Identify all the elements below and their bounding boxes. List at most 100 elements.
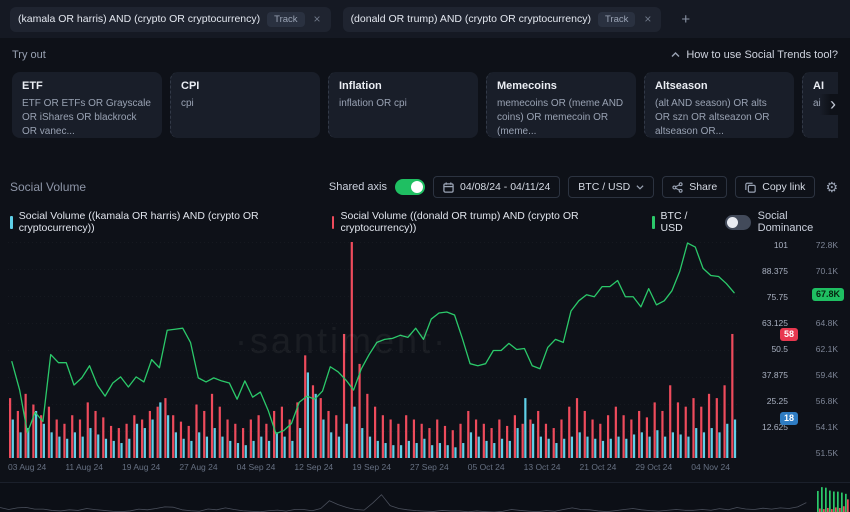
legend-item-kamala[interactable]: Social Volume ((kamala OR harris) AND (c…: [10, 210, 316, 234]
help-link-label: How to use Social Trends tool?: [686, 49, 838, 61]
card-title: Altseason: [655, 80, 784, 92]
card-title: ETF: [22, 80, 152, 92]
card-description: ETF OR ETFs OR Grayscale OR iShares OR b…: [22, 97, 152, 138]
x-tick: 04 Sep 24: [237, 462, 276, 472]
x-axis: 03 Aug 24 11 Aug 24 19 Aug 24 27 Aug 24 …: [0, 458, 730, 472]
chart-header: Social Volume Shared axis 04/08/24 - 04/…: [0, 172, 850, 202]
legend-label: BTC / USD: [661, 210, 709, 234]
last-kamala-volume-badge: 18: [780, 412, 798, 425]
social-volume-chart[interactable]: [8, 242, 738, 458]
card-title: AI: [813, 80, 838, 92]
x-tick: 04 Nov 24: [691, 462, 730, 472]
x-tick: 19 Aug 24: [122, 462, 160, 472]
y-right-tick: 56.8K: [802, 397, 838, 405]
calendar-icon: [443, 182, 454, 193]
chevron-up-icon: [671, 52, 680, 58]
tryout-title: Try out: [12, 49, 46, 61]
copy-link-button[interactable]: Copy link: [735, 176, 815, 198]
gear-icon[interactable]: ⚙: [823, 179, 840, 196]
legend-label: Social Volume ((donald OR trump) AND (cr…: [340, 210, 635, 234]
tryout-section: Try out How to use Social Trends tool? E…: [0, 38, 850, 146]
help-link[interactable]: How to use Social Trends tool?: [671, 49, 838, 61]
x-tick: 27 Sep 24: [410, 462, 449, 472]
track-tag[interactable]: Track: [267, 12, 304, 27]
tryout-card-cpi[interactable]: CPI cpi: [170, 72, 320, 138]
legend-item-trump[interactable]: Social Volume ((donald OR trump) AND (cr…: [332, 210, 636, 234]
chart-area: ·santiment· 10172.8K 88.37570.1K 75.7567…: [0, 242, 850, 458]
share-icon: [672, 182, 683, 193]
x-tick: 21 Oct 24: [580, 462, 617, 472]
y-left-tick: 101: [744, 241, 788, 249]
legend-item-btc[interactable]: BTC / USD: [652, 210, 709, 234]
tryout-card-memecoins[interactable]: Memecoins memecoins OR (meme AND coins) …: [486, 72, 636, 138]
pair-label: BTC / USD: [578, 181, 630, 193]
x-tick: 12 Sep 24: [294, 462, 333, 472]
y-right-tick: 54.1K: [802, 423, 838, 431]
tryout-card-inflation[interactable]: Inflation inflation OR cpi: [328, 72, 478, 138]
query-text: (kamala OR harris) AND (crypto OR crypto…: [18, 13, 260, 25]
x-tick: 03 Aug 24: [8, 462, 46, 472]
chevron-down-icon: [636, 184, 644, 190]
query-topbar: (kamala OR harris) AND (crypto OR crypto…: [0, 0, 850, 38]
share-label: Share: [689, 181, 717, 193]
card-description: inflation OR cpi: [339, 97, 468, 111]
social-dominance-toggle[interactable]: [725, 215, 751, 230]
close-icon[interactable]: ×: [312, 13, 323, 25]
legend-color-trump: [332, 216, 335, 229]
legend-color-btc: [652, 216, 655, 229]
x-tick: 13 Oct 24: [524, 462, 561, 472]
x-tick: 29 Oct 24: [635, 462, 672, 472]
copy-link-label: Copy link: [762, 181, 805, 193]
y-left-tick: [744, 449, 788, 457]
tryout-cards: ETF ETF OR ETFs OR Grayscale OR iShares …: [12, 72, 838, 138]
card-description: memecoins OR (meme AND coins) OR memecoi…: [497, 97, 626, 138]
y-right-tick: 64.8K: [802, 319, 838, 327]
y-left-tick: 25.25: [744, 397, 788, 405]
card-title: Memecoins: [497, 80, 626, 92]
share-button[interactable]: Share: [662, 176, 727, 198]
y-left-tick: 37.875: [744, 371, 788, 379]
query-chip-kamala[interactable]: (kamala OR harris) AND (crypto OR crypto…: [10, 7, 331, 32]
chevron-right-icon[interactable]: ›: [820, 94, 838, 115]
x-tick: 05 Oct 24: [468, 462, 505, 472]
navigator-canvas[interactable]: [0, 483, 850, 512]
shared-axis-toggle[interactable]: [395, 179, 425, 195]
card-title: CPI: [181, 80, 310, 92]
copy-icon: [745, 182, 756, 193]
legend-color-kamala: [10, 216, 13, 229]
track-tag[interactable]: Track: [598, 12, 635, 27]
close-icon[interactable]: ×: [642, 13, 653, 25]
date-range-value: 04/08/24 - 04/11/24: [460, 181, 550, 193]
x-tick: 27 Aug 24: [179, 462, 217, 472]
y-right-tick: 59.4K: [802, 371, 838, 379]
card-description: (alt AND season) OR alts OR szn OR altse…: [655, 97, 784, 138]
y-left-tick: 88.375: [744, 267, 788, 275]
y-right-tick: 62.1K: [802, 345, 838, 353]
shared-axis-label: Shared axis: [329, 181, 387, 193]
social-dominance-label: Social Dominance: [758, 210, 840, 234]
y-right-tick: 70.1K: [802, 267, 838, 275]
query-text: (donald OR trump) AND (crypto OR cryptoc…: [351, 13, 591, 25]
chart-legend: Social Volume ((kamala OR harris) AND (c…: [0, 202, 850, 240]
pair-selector[interactable]: BTC / USD: [568, 176, 654, 198]
y-left-tick: 63.125: [744, 319, 788, 327]
chart-title: Social Volume: [10, 180, 86, 194]
tryout-card-altseason[interactable]: Altseason (alt AND season) OR alts OR sz…: [644, 72, 794, 138]
last-trump-volume-badge: 58: [780, 328, 798, 341]
x-tick: 11 Aug 24: [65, 462, 103, 472]
add-query-button[interactable]: +: [673, 9, 698, 30]
tryout-card-etf[interactable]: ETF ETF OR ETFs OR Grayscale OR iShares …: [12, 72, 162, 138]
timeline-navigator: [0, 482, 850, 512]
card-description: cpi: [181, 97, 310, 111]
y-right-tick: 51.5K: [802, 449, 838, 457]
y-left-tick: 50.5: [744, 345, 788, 353]
card-title: Inflation: [339, 80, 468, 92]
last-price-badge: 67.8K: [812, 288, 844, 301]
y-left-tick: 75.75: [744, 293, 788, 301]
date-range-button[interactable]: 04/08/24 - 04/11/24: [433, 176, 560, 198]
query-chip-trump[interactable]: (donald OR trump) AND (crypto OR cryptoc…: [343, 7, 662, 32]
x-tick: 19 Sep 24: [352, 462, 391, 472]
y-axis: 10172.8K 88.37570.1K 75.7567.4K 63.12564…: [738, 242, 842, 458]
y-right-tick: 72.8K: [802, 241, 838, 249]
legend-label: Social Volume ((kamala OR harris) AND (c…: [19, 210, 316, 234]
